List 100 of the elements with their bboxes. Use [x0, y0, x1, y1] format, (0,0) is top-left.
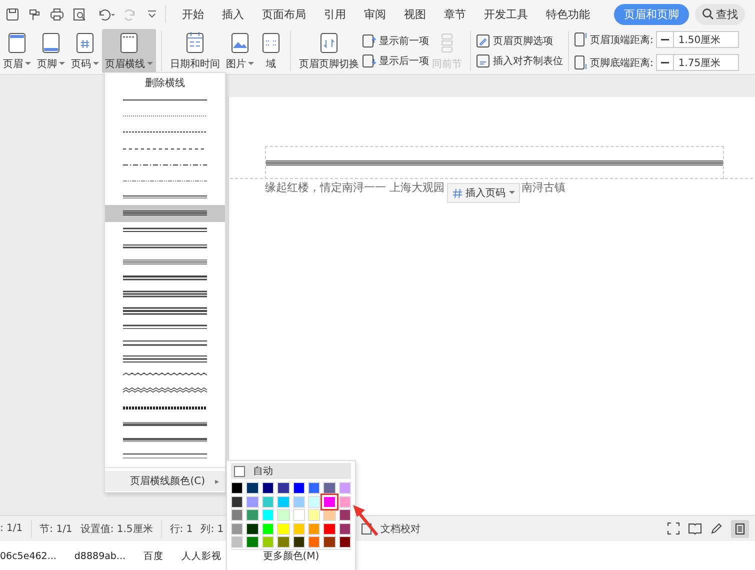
ribbon-button[interactable]: 页眉页脚选项 — [476, 34, 563, 48]
color-swatch[interactable] — [308, 522, 320, 534]
color-swatch[interactable] — [246, 522, 259, 534]
color-swatch[interactable] — [277, 522, 290, 534]
menu-item[interactable]: 更多颜色(M) — [231, 551, 351, 563]
color-swatch[interactable] — [308, 509, 320, 521]
ribbon-button[interactable]: 显示后一项 — [362, 54, 429, 68]
color-swatch[interactable] — [338, 496, 351, 508]
color-swatch[interactable] — [246, 482, 259, 494]
margin-icon — [574, 55, 587, 70]
taskbar-item[interactable]: 人人影视 — [182, 550, 222, 562]
status-text: 节: 1/1 — [40, 522, 72, 536]
color-swatch[interactable] — [231, 509, 244, 521]
menu-item[interactable]: 页眉横线颜色(C) ▸ — [105, 471, 225, 492]
color-swatch[interactable] — [292, 482, 305, 494]
color-swatch[interactable] — [292, 496, 305, 508]
proofread-icon[interactable] — [360, 522, 373, 534]
page-icon — [260, 32, 282, 54]
color-swatch[interactable] — [231, 536, 244, 548]
line-style-icon — [123, 306, 207, 315]
menu-item[interactable]: 自动 — [231, 463, 351, 479]
line-style-icon — [123, 420, 207, 428]
fullscreen-icon[interactable] — [667, 522, 680, 535]
format-painter-icon[interactable] — [28, 8, 41, 20]
color-swatch[interactable] — [338, 522, 351, 534]
taskbar-item[interactable]: d8889ab... — [74, 550, 126, 562]
ribbon-button[interactable]: 页眉 — [0, 29, 34, 73]
line-style-icon — [123, 355, 207, 364]
ribbon-tab[interactable]: 开始 — [174, 4, 212, 24]
print-preview-icon[interactable] — [73, 8, 87, 20]
color-swatch[interactable] — [308, 496, 320, 508]
color-swatch[interactable] — [231, 522, 244, 534]
book-icon[interactable] — [688, 522, 702, 535]
color-swatch[interactable] — [323, 482, 336, 494]
distance-field[interactable]: 1.50厘米 — [674, 31, 740, 48]
menu-item[interactable]: 删除横线 — [105, 73, 225, 92]
ribbon-tab[interactable]: 审阅 — [356, 4, 394, 24]
color-swatch[interactable] — [323, 522, 336, 534]
ribbon-tab[interactable]: 引用 — [316, 4, 354, 24]
ribbon-tab[interactable]: 特色功能 — [538, 4, 598, 24]
ribbon-button[interactable]: 图片 — [223, 29, 257, 73]
insert-page-number-button[interactable]: 插入页码 — [446, 183, 520, 203]
print-icon[interactable] — [50, 8, 64, 20]
line-style-icon — [123, 193, 207, 202]
color-swatch[interactable] — [292, 509, 305, 521]
page-icon — [318, 32, 340, 54]
color-swatch[interactable] — [262, 536, 274, 548]
distance-label: 页脚底端距离: — [590, 56, 654, 70]
color-swatch[interactable] — [338, 536, 351, 548]
color-swatch[interactable] — [292, 522, 305, 534]
color-swatch[interactable] — [277, 536, 290, 548]
ribbon-tab[interactable]: 视图 — [396, 4, 434, 24]
document-settings-icon — [476, 54, 490, 68]
color-swatch[interactable] — [262, 496, 274, 508]
status-text: : 1/1 — [0, 523, 23, 534]
color-swatch[interactable] — [308, 482, 320, 494]
color-swatch[interactable] — [338, 482, 351, 494]
ribbon-button[interactable]: 页脚 — [34, 29, 68, 73]
color-swatch[interactable] — [262, 482, 274, 494]
decrease-button[interactable] — [656, 31, 674, 48]
distance-field[interactable]: 1.75厘米 — [674, 54, 740, 71]
caret-icon — [508, 191, 514, 195]
document-settings-icon — [476, 34, 490, 48]
color-swatch[interactable] — [231, 482, 244, 494]
color-swatch[interactable] — [231, 496, 244, 508]
ribbon-button[interactable]: 域 — [257, 29, 285, 73]
line-style-icon — [123, 226, 207, 234]
ribbon-button[interactable]: 页眉页脚切换 — [296, 29, 362, 73]
pen-icon[interactable] — [710, 522, 723, 535]
color-swatch[interactable] — [338, 509, 351, 521]
color-swatch[interactable] — [246, 496, 259, 508]
color-swatch[interactable] — [246, 509, 259, 521]
color-swatch[interactable] — [262, 522, 274, 534]
color-swatch[interactable] — [323, 536, 336, 548]
color-swatch[interactable] — [246, 536, 259, 548]
color-swatch[interactable] — [262, 509, 274, 521]
color-swatch[interactable] — [277, 496, 290, 508]
ribbon-button[interactable]: 插入对齐制表位 — [476, 54, 563, 68]
ribbon-tab[interactable]: 章节 — [436, 4, 474, 24]
ribbon-tab[interactable]: 开发工具 — [476, 4, 536, 24]
color-swatch[interactable] — [277, 482, 290, 494]
page-view-button[interactable] — [731, 520, 749, 538]
customize-icon[interactable] — [147, 8, 157, 20]
search-button[interactable]: 查找 — [695, 4, 745, 24]
save-icon[interactable] — [6, 8, 19, 20]
ribbon-tab[interactable]: 插入 — [214, 4, 252, 24]
annotation-arrow — [351, 503, 379, 537]
taskbar-item[interactable]: 06c5e462... — [0, 550, 56, 562]
ribbon-button[interactable]: 页码 — [68, 29, 102, 73]
status-text[interactable]: 文档校对 — [380, 522, 421, 536]
color-swatch[interactable] — [292, 536, 305, 548]
ribbon-button[interactable]: 页眉横线 — [102, 29, 156, 73]
ribbon-button[interactable]: 显示前一项 — [362, 34, 429, 48]
taskbar-item[interactable]: 百度 — [144, 550, 164, 562]
color-swatch[interactable] — [308, 536, 320, 548]
line-style-icon — [123, 322, 207, 331]
ribbon-tab[interactable]: 页面布局 — [254, 4, 314, 24]
decrease-button[interactable] — [656, 54, 674, 71]
color-swatch[interactable] — [277, 509, 290, 521]
page-icon — [74, 32, 96, 54]
